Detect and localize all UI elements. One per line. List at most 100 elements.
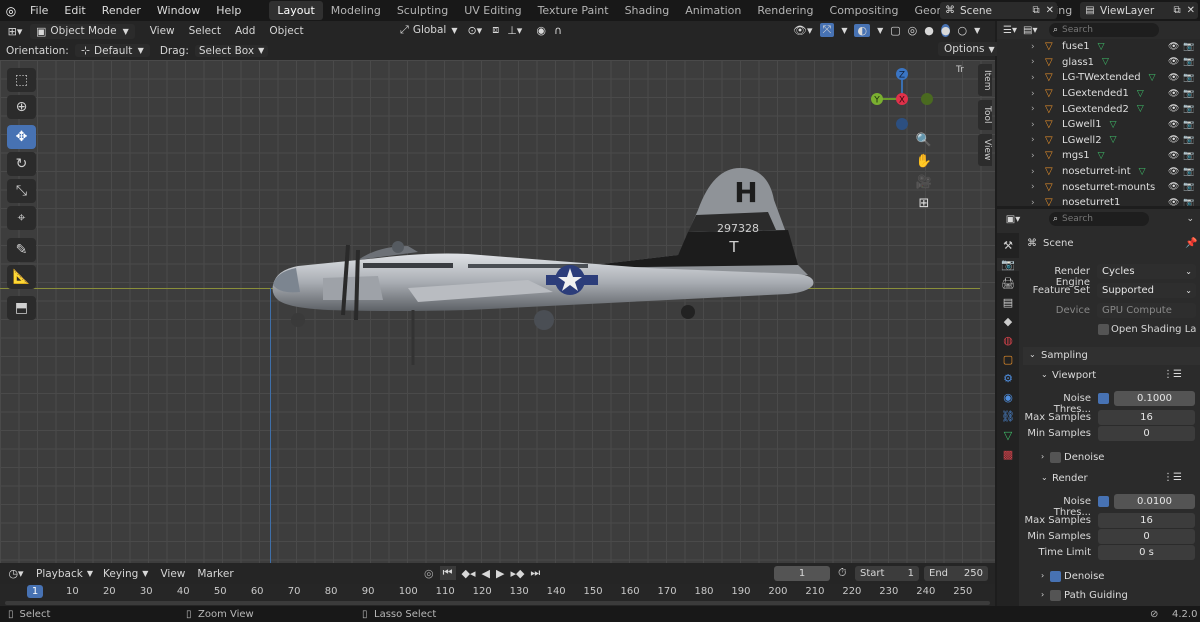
camera-icon[interactable]: 📷: [1183, 89, 1194, 99]
rotate-tool[interactable]: ↻: [7, 152, 36, 176]
3d-viewport[interactable]: ⬚ ⊕ ✥ ↻ ⤡ ⌖ ✎ 📐 ⬒ Item Tool View Tr Z Y …: [0, 60, 995, 563]
feature-set-dropdown[interactable]: Supported ⌄: [1097, 283, 1196, 298]
shading-solid-icon[interactable]: ●: [924, 24, 934, 37]
expand-arrow-icon[interactable]: ›: [1031, 167, 1045, 177]
properties-editor-icon[interactable]: ▣▾: [997, 214, 1029, 225]
cursor-tool[interactable]: ⊕: [7, 95, 36, 119]
menu-view[interactable]: View: [143, 25, 182, 37]
camera-icon[interactable]: 📷: [1183, 73, 1194, 83]
shading-rendered-icon[interactable]: ○: [957, 24, 967, 37]
r-noise-checkbox[interactable]: [1098, 496, 1109, 507]
xray-icon[interactable]: ▢: [890, 24, 900, 37]
eye-icon[interactable]: 👁: [1168, 89, 1179, 99]
vp-min-field[interactable]: 0: [1098, 426, 1195, 441]
select-box-tool[interactable]: ⬚: [7, 68, 36, 92]
properties-search[interactable]: ⌕ Search: [1049, 212, 1149, 226]
render-engine-dropdown[interactable]: Cycles ⌄: [1097, 264, 1196, 279]
close-icon[interactable]: ✕: [1043, 5, 1057, 16]
r-max-field[interactable]: 16: [1098, 513, 1195, 528]
vp-denoise-label[interactable]: Denoise: [1064, 452, 1104, 463]
copy-icon[interactable]: ⧉: [1170, 5, 1183, 16]
camera-icon[interactable]: 📷: [1183, 182, 1194, 192]
overlays-icon[interactable]: ◐: [854, 23, 871, 37]
add-cube-tool[interactable]: ⬒: [7, 296, 36, 320]
transform-orientation[interactable]: ⤢ Global ▼ ⊙▾ ⧈ ⊥▾ ◉ ∩: [400, 23, 562, 37]
device-dropdown[interactable]: GPU Compute: [1097, 303, 1196, 318]
menu-playback[interactable]: Playback: [32, 568, 87, 580]
view-layer-tab-icon[interactable]: ▤: [1003, 296, 1013, 309]
object-tab-icon[interactable]: ▢: [1003, 353, 1013, 366]
measure-tool[interactable]: 📐: [7, 265, 36, 289]
render-tab-icon[interactable]: 📷: [997, 258, 1019, 271]
tab-view[interactable]: View: [978, 134, 992, 166]
tab-animation[interactable]: Animation: [677, 1, 749, 20]
timeline-editor-icon[interactable]: ◷▾: [0, 567, 32, 580]
eye-icon[interactable]: 👁: [1168, 57, 1179, 67]
tab-modeling[interactable]: Modeling: [323, 1, 389, 20]
outliner-item[interactable]: › ▽ mgs1 ▽ 👁 📷: [997, 148, 1200, 164]
tab-uv-editing[interactable]: UV Editing: [456, 1, 529, 20]
osl-checkbox[interactable]: [1098, 324, 1109, 335]
filter-icon[interactable]: ▤▾: [1023, 25, 1043, 36]
pan-hand-icon[interactable]: ✋: [914, 154, 934, 169]
render-subheader[interactable]: Render: [1052, 473, 1088, 484]
expand-arrow-icon[interactable]: ›: [1031, 57, 1045, 67]
scale-tool[interactable]: ⤡: [7, 179, 36, 203]
tool-tab-icon[interactable]: ⚒: [1003, 239, 1013, 252]
scene-selector[interactable]: ⌘ Scene ⧉ ✕: [940, 2, 1057, 19]
timeline-scrollbar[interactable]: [5, 601, 990, 605]
tab-shading[interactable]: Shading: [617, 1, 678, 20]
expand-arrow-icon[interactable]: ›: [1031, 104, 1045, 114]
eye-icon[interactable]: 👁: [1168, 167, 1179, 177]
outliner-search[interactable]: ⌕ Search: [1049, 23, 1159, 37]
options-dropdown[interactable]: Options ▼: [938, 42, 1001, 56]
list-options-icon[interactable]: ⋮☰: [1163, 369, 1182, 380]
chevron-down-icon[interactable]: ▼: [974, 26, 980, 35]
gizmo-toggle-icon[interactable]: ⤧: [819, 23, 835, 37]
tab-compositing[interactable]: Compositing: [822, 1, 907, 20]
snap-icon[interactable]: ⧈: [492, 23, 499, 37]
camera-icon[interactable]: 📷: [1183, 167, 1194, 177]
expand-icon[interactable]: ⌄: [1186, 214, 1194, 224]
outliner-item[interactable]: › ▽ LG-TWextended ▽ 👁 📷: [997, 70, 1200, 86]
eye-icon[interactable]: 👁: [1168, 73, 1179, 83]
orientation-dropdown[interactable]: ⊹ Default ▼: [74, 44, 150, 57]
outliner-item[interactable]: › ▽ glass1 ▽ 👁 📷: [997, 55, 1200, 71]
transform-panel-peek[interactable]: Tr: [956, 65, 964, 75]
camera-icon[interactable]: 📷: [1183, 57, 1194, 67]
camera-icon[interactable]: 📷: [1183, 135, 1194, 145]
expand-arrow-icon[interactable]: ›: [1031, 73, 1045, 83]
menu-render[interactable]: Render: [94, 4, 149, 17]
tab-rendering[interactable]: Rendering: [749, 1, 821, 20]
chevron-down-icon[interactable]: ▼: [841, 26, 847, 35]
shading-material-icon[interactable]: ●: [940, 23, 951, 37]
output-tab-icon[interactable]: 🖨: [1001, 277, 1015, 290]
expand-arrow-icon[interactable]: ›: [1031, 42, 1045, 52]
menu-help[interactable]: Help: [208, 4, 249, 17]
eye-icon[interactable]: 👁: [1168, 198, 1179, 206]
menu-marker[interactable]: Marker: [191, 568, 239, 580]
outliner-editor-icon[interactable]: ☰▾: [997, 25, 1023, 36]
menu-add[interactable]: Add: [228, 25, 262, 37]
pin-icon[interactable]: 📌: [1185, 238, 1197, 249]
tab-sculpting[interactable]: Sculpting: [389, 1, 456, 20]
jump-start-icon[interactable]: ⏮: [439, 566, 456, 580]
outliner-item[interactable]: › ▽ noseturret-mounts 👁 📷: [997, 179, 1200, 195]
menu-file[interactable]: File: [22, 4, 56, 17]
expand-arrow-icon[interactable]: ›: [1031, 135, 1045, 145]
data-tab-icon[interactable]: ▽: [1004, 429, 1012, 442]
prev-keyframe-icon[interactable]: ◆◂: [462, 567, 476, 580]
camera-icon[interactable]: 🎥: [914, 175, 934, 190]
physics-tab-icon[interactable]: ◉: [1003, 391, 1013, 404]
vp-noise-checkbox[interactable]: [1098, 393, 1109, 404]
expand-arrow-icon[interactable]: ›: [1031, 151, 1045, 161]
camera-icon[interactable]: 📷: [1183, 151, 1194, 161]
world-tab-icon[interactable]: ◍: [1003, 334, 1013, 347]
tab-texture-paint[interactable]: Texture Paint: [530, 1, 617, 20]
chevron-down-icon[interactable]: ▼: [877, 26, 883, 35]
zoom-icon[interactable]: 🔍: [914, 133, 934, 148]
editor-type-icon[interactable]: ⊞▾: [0, 25, 30, 38]
r-denoise-label[interactable]: Denoise: [1064, 571, 1104, 582]
grid-icon[interactable]: ⊞: [914, 196, 934, 211]
shading-wireframe-icon[interactable]: ◎: [908, 24, 918, 37]
